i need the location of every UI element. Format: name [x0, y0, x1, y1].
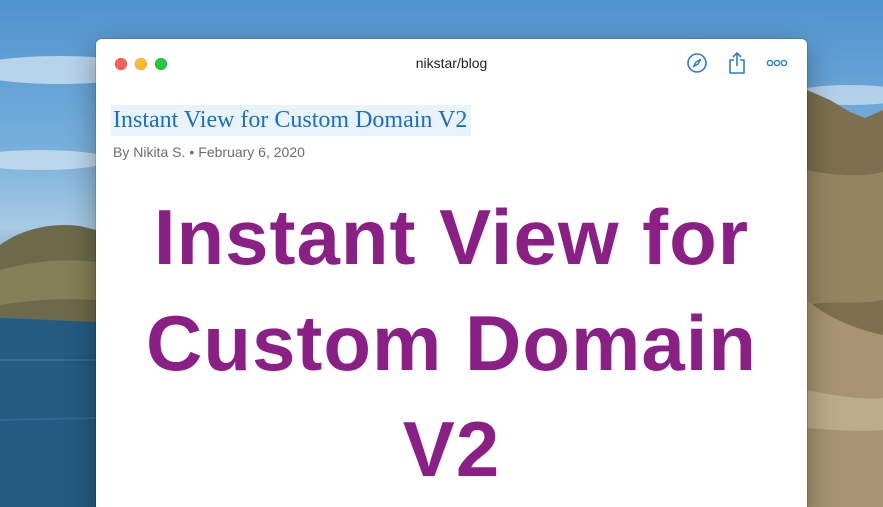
more-button[interactable] [765, 51, 789, 75]
article-title-link[interactable]: Instant View for Custom Domain V2 [111, 105, 472, 136]
hero-text-line: Instant View for [153, 193, 750, 281]
article-author: By Nikita S. [113, 144, 186, 160]
open-in-browser-button[interactable] [685, 51, 709, 75]
share-icon [729, 52, 745, 74]
hero-text-line: V2 [402, 405, 501, 493]
byline-separator: • [189, 144, 195, 160]
article-hero-image: Instant View for Custom Domain V2 [96, 184, 807, 502]
title-bar[interactable]: nikstar/blog [96, 39, 807, 87]
article-content: Instant View for Custom Domain V2 By Nik… [96, 87, 807, 160]
toolbar [685, 51, 789, 75]
article-byline: By Nikita S. • February 6, 2020 [113, 144, 807, 160]
compass-icon [687, 53, 707, 73]
hero-text-line: Custom Domain [145, 299, 758, 387]
article-date: February 6, 2020 [198, 144, 305, 160]
share-button[interactable] [725, 51, 749, 75]
browser-window: nikstar/blog Instant View for Custom Dom… [96, 39, 807, 507]
more-icon [766, 59, 788, 67]
